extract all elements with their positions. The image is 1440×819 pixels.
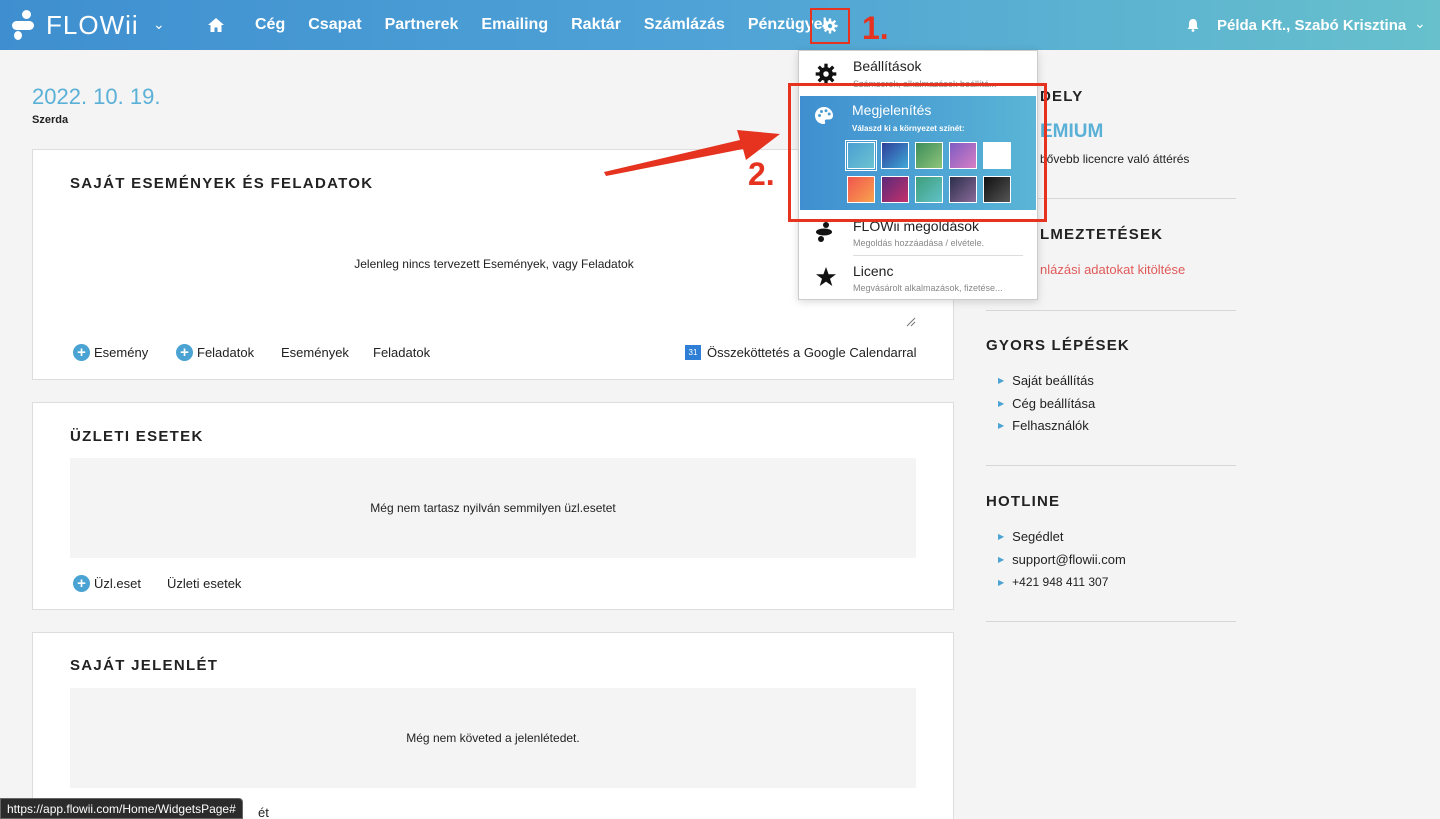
quick-step-label: Felhasználók bbox=[1012, 418, 1089, 433]
current-weekday: Szerda bbox=[32, 114, 69, 126]
notifications-section-title: LMEZTETÉSEK bbox=[1040, 226, 1164, 243]
annotation-step-1: 1. bbox=[862, 10, 889, 46]
bullet-triangle-icon: ▶ bbox=[998, 532, 1005, 541]
divider bbox=[986, 621, 1236, 622]
nav-ceg[interactable]: Cég bbox=[255, 16, 285, 34]
menu-item-license[interactable]: Licenc Megvásárolt alkalmazások, fizetés… bbox=[799, 256, 1037, 300]
billing-data-link[interactable]: nlázási adatokat kitöltése bbox=[1040, 262, 1185, 277]
annotation-highlight-box bbox=[788, 83, 1047, 222]
annotation-step-2: 2. bbox=[748, 156, 775, 192]
hotline-help[interactable]: ▶ Segédlet bbox=[998, 529, 1063, 544]
business-cases-card: ÜZLETI ESETEK Még nem tartasz nyilván se… bbox=[32, 402, 954, 610]
menu-item-subtitle: Megoldás hozzáadása / elvétele. bbox=[853, 238, 985, 248]
card-title: SAJÁT JELENLÉT bbox=[70, 657, 219, 674]
bell-icon[interactable] bbox=[1187, 18, 1201, 34]
add-business-case-label: Üzl.eset bbox=[94, 576, 141, 591]
bullet-triangle-icon: ▶ bbox=[998, 399, 1005, 408]
quick-steps-title: GYORS LÉPÉSEK bbox=[986, 337, 1130, 354]
hotline-email[interactable]: ▶ support@flowii.com bbox=[998, 552, 1126, 567]
google-calendar-label: Összeköttetés a Google Calendarral bbox=[707, 345, 917, 360]
bullet-triangle-icon: ▶ bbox=[998, 555, 1005, 564]
calendar-icon: 31 bbox=[685, 345, 701, 360]
plus-icon: + bbox=[176, 344, 193, 361]
empty-state-box: Még nem követed a jelenlétedet. bbox=[70, 688, 916, 788]
plus-icon: + bbox=[73, 344, 90, 361]
nav-raktar[interactable]: Raktár bbox=[571, 16, 621, 34]
nav-csapat[interactable]: Csapat bbox=[308, 16, 361, 34]
gear-icon bbox=[815, 63, 837, 85]
quick-step-label: Saját beállítás bbox=[1012, 373, 1094, 388]
card-title: ÜZLETI ESETEK bbox=[70, 428, 204, 445]
gear-icon bbox=[822, 18, 838, 34]
menu-item-title: Licenc bbox=[853, 263, 894, 279]
bullet-triangle-icon: ▶ bbox=[998, 376, 1005, 385]
divider bbox=[986, 465, 1236, 466]
divider bbox=[986, 310, 1236, 311]
nav-szamlazas[interactable]: Számlázás bbox=[644, 16, 725, 34]
google-calendar-link[interactable]: 31 Összeköttetés a Google Calendarral bbox=[685, 345, 917, 360]
hotline-label: Segédlet bbox=[1012, 529, 1064, 544]
quick-step-label: Cég beállítása bbox=[1012, 396, 1096, 411]
flowii-solutions-icon bbox=[816, 222, 832, 242]
hotline-label: support@flowii.com bbox=[1012, 552, 1126, 567]
empty-state-box: Még nem tartasz nyilván semmilyen üzl.es… bbox=[70, 458, 916, 558]
nav-emailing[interactable]: Emailing bbox=[481, 16, 548, 34]
flowii-logo[interactable]: FLOWii bbox=[12, 9, 139, 41]
hotline-label: +421 948 411 307 bbox=[1012, 575, 1109, 589]
empty-message: Még nem követed a jelenlétedet. bbox=[406, 731, 580, 745]
star-icon bbox=[816, 267, 836, 286]
add-event-button[interactable]: + Esemény bbox=[73, 344, 148, 361]
flowii-logo-icon bbox=[12, 10, 40, 40]
attendance-card: SAJÁT JELENLÉT Még nem követed a jelenlé… bbox=[32, 632, 954, 819]
events-link[interactable]: Események bbox=[281, 345, 349, 360]
license-name: EMIUM bbox=[1040, 121, 1104, 142]
tasks-link[interactable]: Feladatok bbox=[373, 345, 430, 360]
empty-message: Még nem tartasz nyilván semmilyen üzl.es… bbox=[370, 501, 616, 515]
quick-step-company-settings[interactable]: ▶ Cég beállítása bbox=[998, 396, 1095, 411]
quick-step-own-settings[interactable]: ▶ Saját beállítás bbox=[998, 373, 1094, 388]
attendance-action-partial[interactable]: ét bbox=[258, 805, 269, 819]
menu-item-subtitle: Megvásárolt alkalmazások, fizetése... bbox=[853, 283, 1003, 293]
user-company-menu[interactable]: Példa Kft., Szabó Krisztina bbox=[1217, 17, 1406, 34]
business-cases-link[interactable]: Üzleti esetek bbox=[167, 576, 241, 591]
quick-step-users[interactable]: ▶ Felhasználók bbox=[998, 418, 1089, 433]
status-bar-url: https://app.flowii.com/Home/WidgetsPage# bbox=[0, 798, 243, 819]
add-event-label: Esemény bbox=[94, 345, 149, 360]
add-business-case-button[interactable]: + Üzl.eset bbox=[73, 575, 141, 592]
user-menu-chevron-icon[interactable]: ⌄ bbox=[1414, 15, 1426, 32]
add-task-label: Feladatok bbox=[197, 345, 255, 360]
current-date: 2022. 10. 19. bbox=[32, 84, 161, 109]
hotline-title: HOTLINE bbox=[986, 493, 1061, 510]
license-upgrade-note[interactable]: bővebb licencre való áttérés bbox=[1040, 152, 1189, 166]
bullet-triangle-icon: ▶ bbox=[998, 577, 1005, 587]
home-icon[interactable] bbox=[205, 15, 227, 35]
add-task-button[interactable]: + Feladatok bbox=[176, 344, 254, 361]
hotline-phone[interactable]: ▶ +421 948 411 307 bbox=[998, 575, 1108, 589]
main-nav: Cég Csapat Partnerek Emailing Raktár Szá… bbox=[205, 0, 854, 50]
settings-gear-button[interactable] bbox=[810, 8, 850, 44]
plus-icon: + bbox=[73, 575, 90, 592]
resize-handle-icon[interactable] bbox=[906, 317, 916, 327]
app-switcher-chevron-icon[interactable]: ⌄ bbox=[153, 16, 165, 33]
top-navigation-bar: FLOWii ⌄ Cég Csapat Partnerek Emailing R… bbox=[0, 0, 1440, 50]
bullet-triangle-icon: ▶ bbox=[998, 421, 1005, 430]
menu-item-title: Beállítások bbox=[853, 58, 922, 74]
logo-text: FLOWii bbox=[46, 9, 139, 40]
card-title: SAJÁT ESEMÉNYEK ÉS FELADATOK bbox=[70, 175, 374, 192]
nav-partnerek[interactable]: Partnerek bbox=[385, 16, 459, 34]
